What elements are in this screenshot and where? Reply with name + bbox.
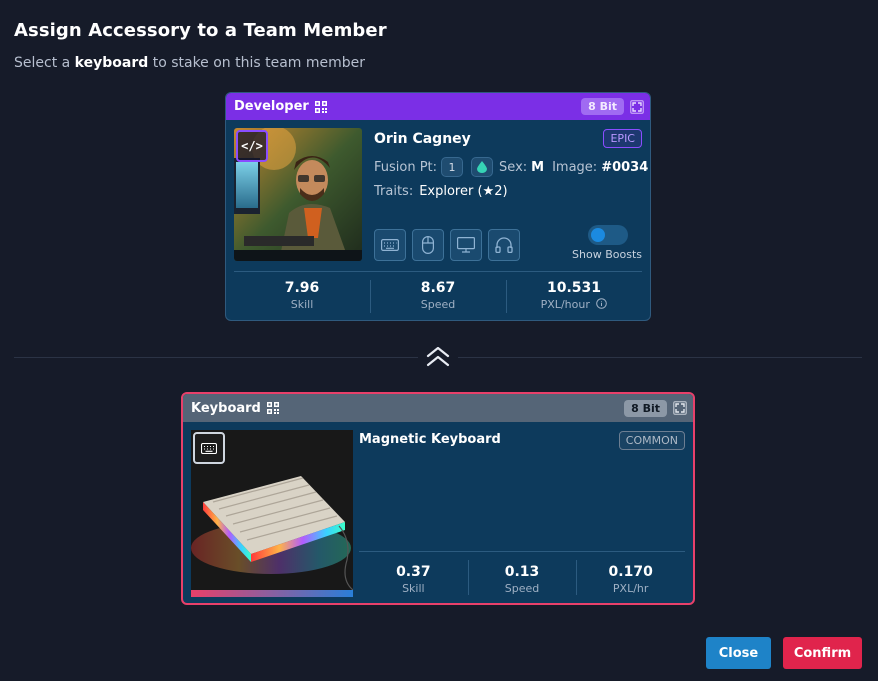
traits-value: Explorer (★2) — [419, 184, 508, 199]
monitor-slot-icon[interactable] — [450, 229, 482, 261]
qr-code-icon[interactable] — [314, 100, 327, 113]
sex-label: Sex: — [499, 159, 528, 175]
info-icon[interactable] — [596, 298, 608, 312]
sex-value: M — [531, 159, 545, 175]
keyboard-card[interactable]: Keyboard 8 Bit Magnetic Keyboard COMMON … — [181, 392, 695, 605]
keyboard-bit-badge: 8 Bit — [624, 399, 667, 417]
keyboard-image — [191, 430, 353, 597]
image-value: #0034 — [601, 159, 649, 175]
stat-pxl-hr: 0.170 PXL/hr — [576, 552, 685, 597]
stat-value: 10.531 — [546, 280, 602, 296]
developer-category-label: Developer — [234, 99, 309, 114]
stat-speed: 0.13 Speed — [467, 552, 577, 597]
stat-value: 7.96 — [284, 280, 320, 296]
mouse-slot-icon[interactable] — [412, 229, 444, 261]
rarity-badge: EPIC — [603, 129, 642, 148]
stat-label: Speed — [420, 298, 456, 311]
stat-label: PXL/hr — [612, 582, 649, 595]
developer-card: Developer 8 Bit </> Orin Cagney EPIC Fus… — [225, 92, 651, 321]
dialog-title: Assign Accessory to a Team Member — [14, 20, 387, 41]
stat-skill: 7.96 Skill — [234, 272, 370, 315]
developer-card-header: Developer 8 Bit — [226, 93, 650, 120]
stat-label: Skill — [290, 298, 314, 311]
droplet-icon — [471, 157, 494, 177]
fusion-sex-image-line: Fusion Pt: 1 Sex: M Image: #0034 — [374, 157, 648, 177]
stat-label-row: PXL/hour — [506, 298, 642, 312]
rarity-badge: COMMON — [618, 431, 685, 450]
keyboard-stats: 0.37 Skill 0.13 Speed 0.170 PXL/hr — [359, 551, 685, 597]
keyboard-slot-icon[interactable] — [374, 229, 406, 261]
keyboard-icon — [193, 432, 225, 464]
keyboard-category-label: Keyboard — [191, 400, 261, 416]
developer-bit-badge: 8 Bit — [581, 98, 624, 115]
fusion-label: Fusion Pt: — [374, 159, 438, 175]
headphones-slot-icon[interactable] — [488, 229, 520, 261]
subtitle-bold: keyboard — [74, 55, 149, 71]
confirm-button[interactable]: Confirm — [783, 637, 862, 669]
stat-value: 8.67 — [420, 280, 456, 296]
stat-value: 0.170 — [608, 564, 653, 580]
stat-skill: 0.37 Skill — [359, 552, 468, 597]
show-boosts-toggle[interactable] — [588, 225, 628, 245]
expand-icon[interactable] — [629, 99, 645, 114]
traits-label: Traits: — [374, 184, 414, 199]
stat-value: 0.13 — [504, 564, 540, 580]
stat-pxl-hour: 10.531 PXL/hour — [506, 272, 642, 315]
show-boosts-label: Show Boosts — [572, 248, 642, 261]
stat-label: PXL/hour — [540, 298, 590, 311]
developer-stats: 7.96 Skill 8.67 Speed 10.531 PXL/hour — [234, 271, 642, 315]
developer-name: Orin Cagney — [374, 131, 471, 147]
developer-portrait: </> — [234, 128, 362, 261]
subtitle-prefix: Select a — [14, 55, 71, 71]
keyboard-name: Magnetic Keyboard — [359, 432, 501, 447]
double-chevron-up-icon — [418, 342, 458, 372]
qr-code-icon[interactable] — [266, 402, 279, 414]
fusion-value: 1 — [441, 157, 464, 177]
dialog-subtitle: Select a keyboard to stake on this team … — [14, 55, 365, 71]
accessory-slots — [374, 229, 520, 261]
close-button[interactable]: Close — [706, 637, 771, 669]
code-icon: </> — [236, 130, 268, 162]
stat-value: 0.37 — [396, 564, 431, 580]
stat-label: Skill — [402, 582, 425, 595]
stat-speed: 8.67 Speed — [370, 272, 506, 315]
stat-label: Speed — [504, 582, 540, 595]
image-label: Image: — [552, 159, 598, 175]
subtitle-suffix: to stake on this team member — [152, 55, 366, 71]
expand-icon[interactable] — [672, 400, 688, 416]
traits-line: Traits: Explorer (★2) — [374, 184, 508, 199]
keyboard-card-header: Keyboard 8 Bit — [183, 394, 693, 422]
